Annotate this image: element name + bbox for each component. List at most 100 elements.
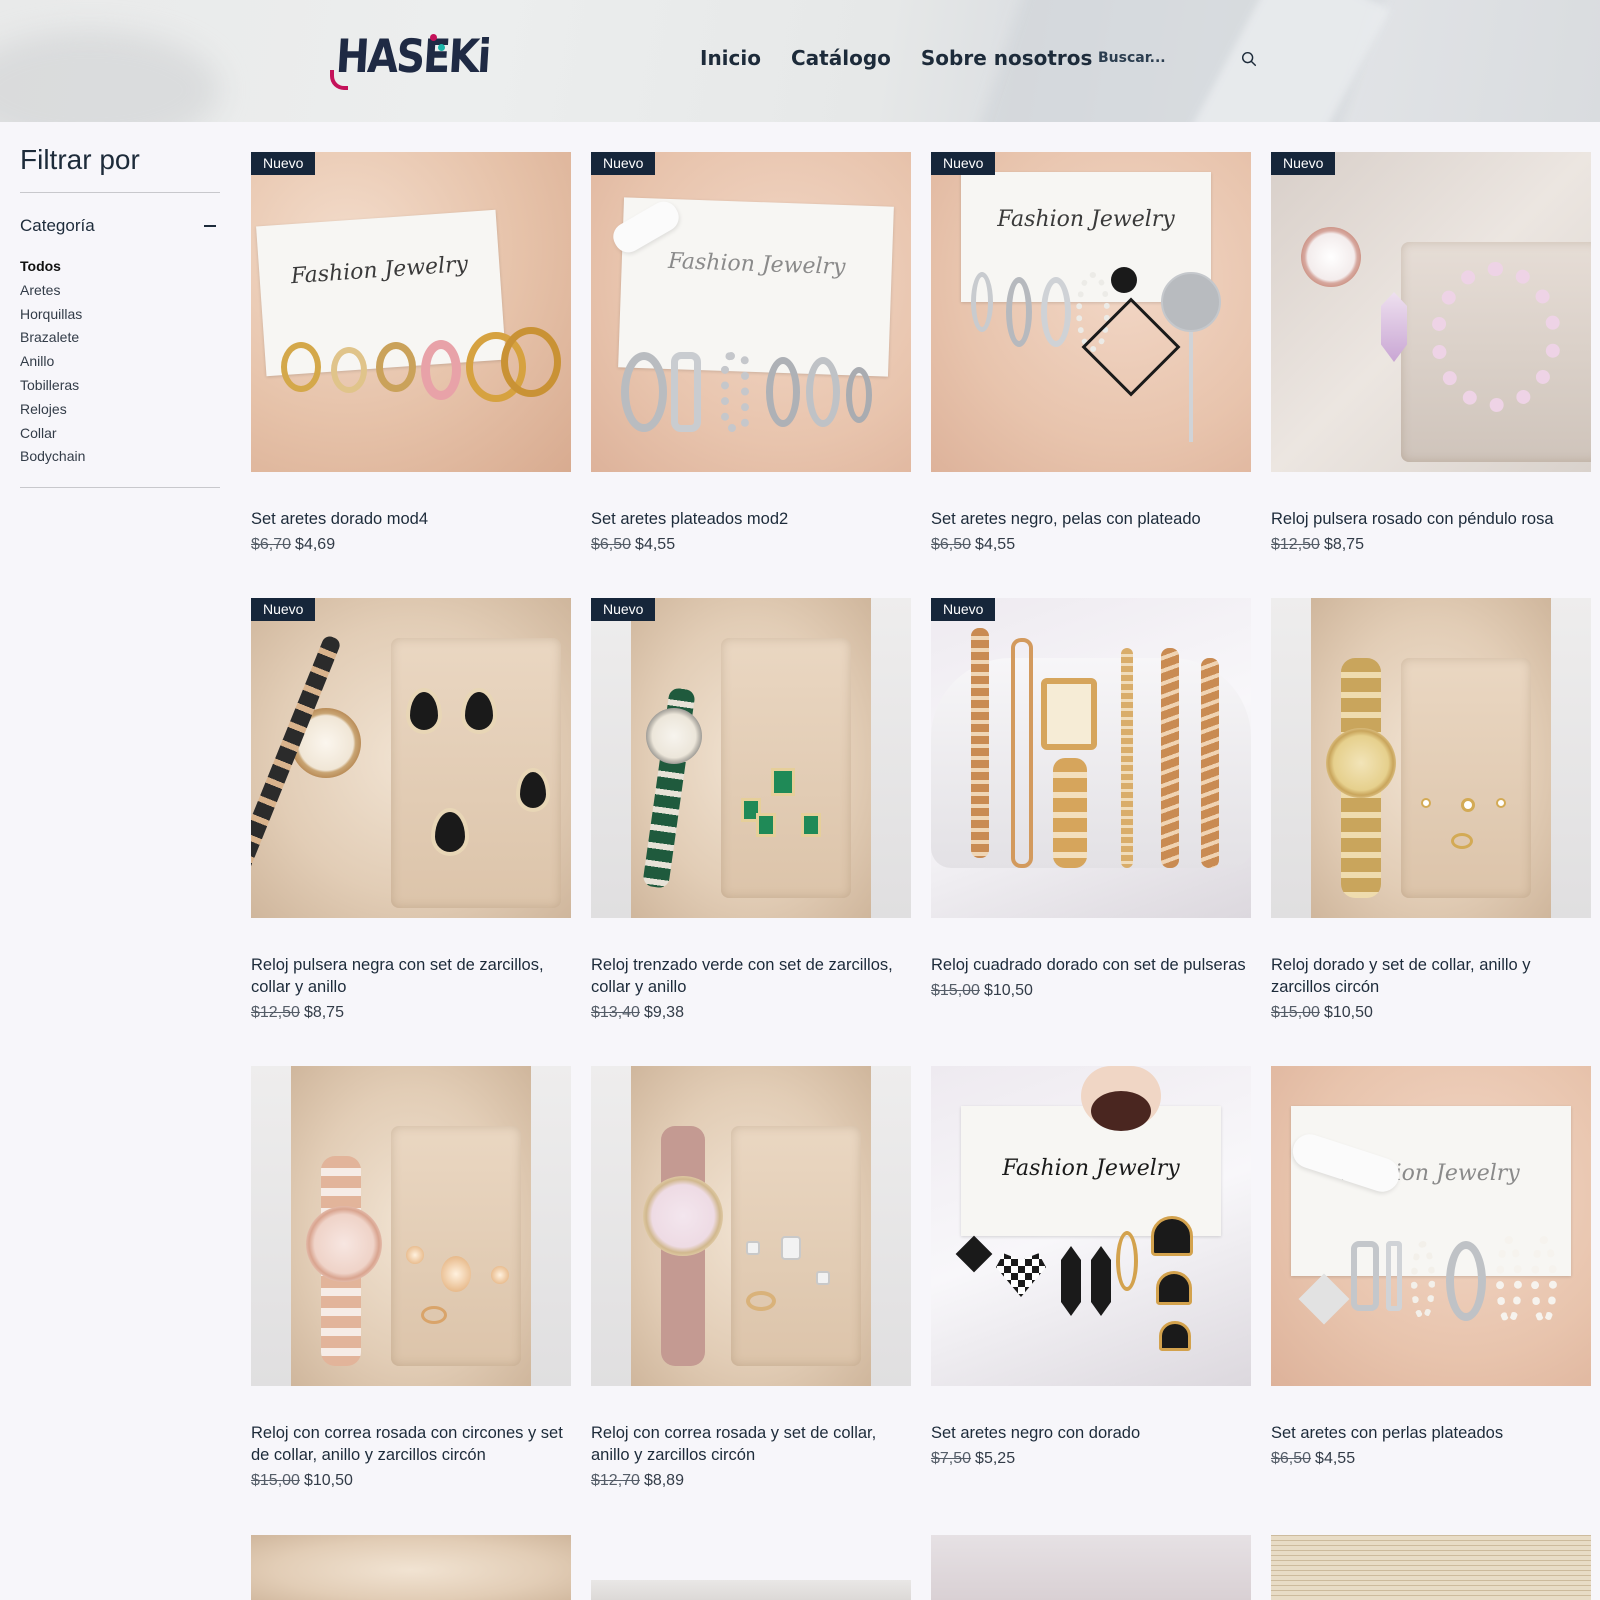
- product-title[interactable]: Set aretes negro, pelas con plateado $6,…: [931, 508, 1251, 556]
- product-image[interactable]: [1271, 598, 1591, 918]
- sale-price: $4,55: [1315, 1450, 1356, 1467]
- product-title[interactable]: Reloj cuadrado dorado con set de pulsera…: [931, 954, 1251, 1002]
- nav-link-sobre-nosotros[interactable]: Sobre nosotros: [921, 46, 1093, 70]
- new-badge: Nuevo: [931, 152, 996, 175]
- earring-graphic: [461, 688, 497, 734]
- watch-graphic: [1326, 728, 1396, 798]
- product-name[interactable]: Set aretes plateados mod2: [591, 508, 911, 530]
- product-image[interactable]: [251, 598, 571, 918]
- sale-price: $4,69: [295, 536, 336, 553]
- product-image[interactable]: [591, 1066, 911, 1386]
- product-title[interactable]: Set aretes con perlas plateados $6,50 $4,…: [1271, 1422, 1591, 1470]
- search-icon[interactable]: [1240, 50, 1258, 68]
- product-name[interactable]: Reloj cuadrado dorado con set de pulsera…: [931, 954, 1251, 976]
- earring-graphic: [1116, 1231, 1138, 1291]
- product-title[interactable]: Set aretes plateados mod2 $6,50 $4,55: [591, 508, 911, 556]
- category-label: Categoría: [20, 216, 95, 235]
- product-name[interactable]: Reloj pulsera negra con set de zarcillos…: [251, 954, 571, 998]
- product-price: $12,50 $8,75: [1271, 534, 1591, 556]
- collapse-icon[interactable]: [204, 225, 216, 227]
- earring-graphic: [1006, 277, 1032, 347]
- earring-graphic: [1041, 277, 1071, 347]
- new-badge: Nuevo: [1271, 152, 1336, 175]
- earring-graphic: [1446, 1241, 1486, 1321]
- product-title[interactable]: Reloj con correa rosada y set de collar,…: [591, 1422, 911, 1492]
- product-title[interactable]: Set aretes negro con dorado $7,50 $5,25: [931, 1422, 1251, 1470]
- sale-price: $8,89: [643, 1472, 684, 1489]
- pendant-graphic: [781, 1236, 801, 1260]
- nav-link-catalogo[interactable]: Catálogo: [791, 46, 891, 70]
- product-title[interactable]: Set aretes dorado mod4 $6,70 $4,69: [251, 508, 571, 556]
- product-image[interactable]: Fashion Jewelry: [251, 152, 571, 472]
- earring-graphic: [501, 327, 561, 397]
- bracelet-graphic: [1121, 648, 1133, 868]
- fingernail-graphic: [1091, 1091, 1151, 1131]
- product-title[interactable]: Reloj trenzado verde con set de zarcillo…: [591, 954, 911, 1024]
- product-image[interactable]: Fashion Jewelry: [931, 1066, 1251, 1386]
- search-input[interactable]: Buscar...: [1098, 48, 1258, 72]
- sale-price: $10,50: [303, 1472, 353, 1489]
- product-photo: [1311, 598, 1551, 918]
- earring-graphic: [671, 352, 701, 432]
- product-image[interactable]: Fashion Jewelry: [1271, 1066, 1591, 1386]
- earring-graphic: [801, 813, 821, 837]
- product-name[interactable]: Reloj dorado y set de collar, anillo y z…: [1271, 954, 1591, 998]
- category-relojes[interactable]: Relojes: [20, 398, 220, 422]
- category-anillo[interactable]: Anillo: [20, 350, 220, 374]
- category-tobilleras[interactable]: Tobilleras: [20, 374, 220, 398]
- search-placeholder: Buscar...: [1098, 50, 1166, 66]
- product-image[interactable]: Fashion Jewelry: [931, 152, 1251, 472]
- product-image-partial[interactable]: [251, 1535, 571, 1600]
- product-name[interactable]: Reloj con correa rosada y set de collar,…: [591, 1422, 911, 1466]
- earring-graphic: [421, 340, 461, 400]
- category-aretes[interactable]: Aretes: [20, 279, 220, 303]
- product-title[interactable]: Reloj con correa rosada con circones y s…: [251, 1422, 571, 1492]
- product-name[interactable]: Set aretes dorado mod4: [251, 508, 571, 530]
- ring-graphic: [756, 813, 776, 837]
- product-image-partial[interactable]: [1271, 1535, 1591, 1600]
- category-todos[interactable]: Todos: [20, 255, 220, 279]
- category-collar[interactable]: Collar: [20, 422, 220, 446]
- original-price: $12,70: [591, 1472, 640, 1489]
- earring-graphic: [1531, 1236, 1557, 1326]
- product-image[interactable]: [931, 598, 1251, 918]
- product-image[interactable]: [1271, 152, 1591, 472]
- product-image-partial[interactable]: [931, 1535, 1251, 1600]
- earring-graphic: [806, 357, 840, 427]
- original-price: $15,00: [251, 1472, 300, 1489]
- nav-link-inicio[interactable]: Inicio: [700, 46, 761, 70]
- site-logo[interactable]: HASEKi: [330, 30, 491, 92]
- product-photo: [631, 1066, 871, 1386]
- category-section-toggle[interactable]: Categoría: [20, 215, 220, 237]
- category-brazalete[interactable]: Brazalete: [20, 326, 220, 350]
- product-image[interactable]: [591, 598, 911, 918]
- product-image[interactable]: [251, 1066, 571, 1386]
- category-bodychain[interactable]: Bodychain: [20, 445, 220, 469]
- product-price: $6,50 $4,55: [1271, 1448, 1591, 1470]
- earring-graphic: [1351, 1241, 1379, 1311]
- logo-text: HASEKi: [334, 30, 491, 84]
- product-name[interactable]: Reloj con correa rosada con circones y s…: [251, 1422, 571, 1466]
- earring-graphic: [816, 1271, 830, 1285]
- product-image-partial[interactable]: [591, 1580, 911, 1600]
- original-price: $6,50: [1271, 1450, 1312, 1467]
- product-name[interactable]: Reloj trenzado verde con set de zarcillo…: [591, 954, 911, 998]
- product-title[interactable]: Reloj dorado y set de collar, anillo y z…: [1271, 954, 1591, 1024]
- category-horquillas[interactable]: Horquillas: [20, 303, 220, 327]
- sale-price: $9,38: [643, 1004, 684, 1021]
- earring-graphic: [1496, 1236, 1522, 1326]
- product-name[interactable]: Reloj pulsera rosado con péndulo rosa: [1271, 508, 1591, 530]
- original-price: $7,50: [931, 1450, 972, 1467]
- bracelet-graphic: [971, 628, 989, 858]
- product-title[interactable]: Reloj pulsera rosado con péndulo rosa $1…: [1271, 508, 1591, 556]
- product-name[interactable]: Set aretes negro con dorado: [931, 1422, 1251, 1444]
- product-name[interactable]: Set aretes con perlas plateados: [1271, 1422, 1591, 1444]
- image-script-text: Fashion Jewelry: [1002, 1156, 1180, 1181]
- product-image[interactable]: Fashion Jewelry: [591, 152, 911, 472]
- logo-dot: [430, 34, 437, 41]
- new-badge: Nuevo: [591, 152, 656, 175]
- product-title[interactable]: Reloj pulsera negra con set de zarcillos…: [251, 954, 571, 1024]
- original-price: $6,70: [251, 536, 292, 553]
- earring-graphic: [766, 357, 800, 427]
- product-name[interactable]: Set aretes negro, pelas con plateado: [931, 508, 1251, 530]
